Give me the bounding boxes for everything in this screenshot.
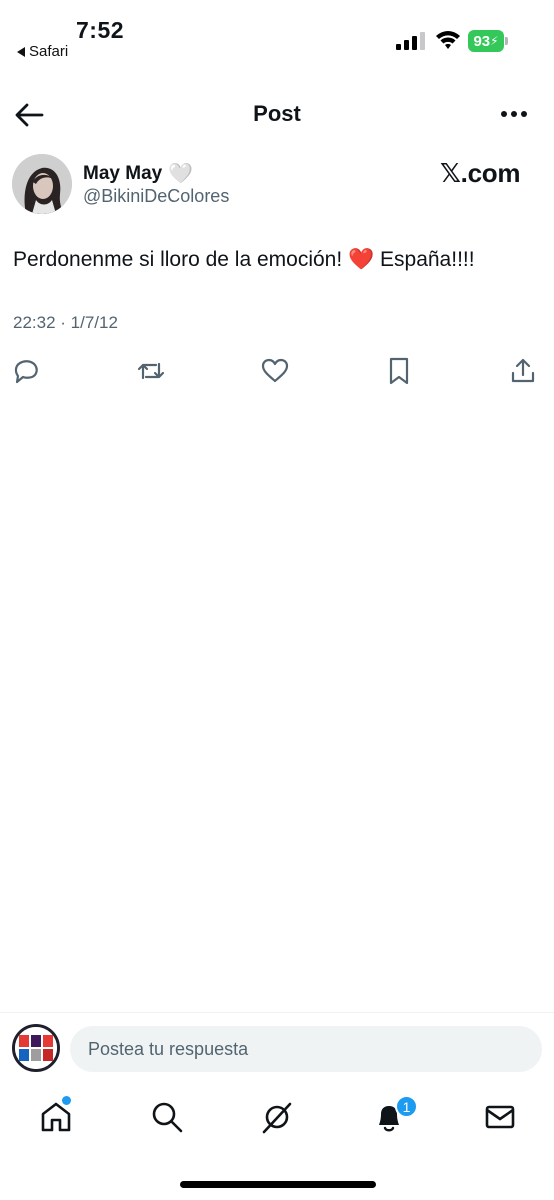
home-icon <box>41 1102 71 1132</box>
home-unread-dot <box>62 1096 71 1105</box>
wifi-icon <box>436 31 460 49</box>
user-avatar-image <box>15 1027 57 1069</box>
reply-button[interactable] <box>12 356 42 386</box>
nav-grok[interactable] <box>260 1100 294 1134</box>
post-header: Post <box>0 88 554 142</box>
share-icon <box>511 358 535 383</box>
home-indicator[interactable] <box>180 1181 376 1188</box>
nav-home[interactable] <box>39 1100 73 1134</box>
back-triangle-icon <box>17 46 25 57</box>
grok-icon <box>262 1102 292 1134</box>
page-title: Post <box>253 101 301 126</box>
cellular-signal-icon <box>396 32 425 50</box>
repost-button[interactable] <box>136 356 166 386</box>
search-icon <box>152 1102 183 1133</box>
battery-level: 93 ⚡ <box>468 30 504 52</box>
heart-icon <box>261 358 289 383</box>
arrow-left-icon[interactable] <box>14 102 44 128</box>
back-to-app-link[interactable]: Safari <box>17 43 68 60</box>
avatar-photo <box>12 154 72 214</box>
battery-cap <box>505 37 508 45</box>
tweet-text: Perdonenme si lloro de la emoción! ❤️ Es… <box>13 248 475 272</box>
display-name-text: May May <box>83 162 163 184</box>
back-app-label: Safari <box>29 43 69 60</box>
repost-icon <box>137 362 165 380</box>
status-time: 7:52 <box>76 17 125 43</box>
author-avatar[interactable] <box>12 154 72 214</box>
tweet-text-tail: España!!!! <box>374 248 475 271</box>
like-button[interactable] <box>260 356 290 386</box>
reply-divider <box>0 1012 554 1013</box>
author-handle[interactable]: @BikiniDeColores <box>83 186 229 207</box>
more-horizontal-icon[interactable] <box>500 110 528 118</box>
white-heart-emoji: 🤍 <box>168 163 194 185</box>
reply-placeholder: Postea tu respuesta <box>88 1038 249 1059</box>
bookmark-button[interactable] <box>384 356 414 386</box>
share-button[interactable] <box>508 356 538 386</box>
notifications-badge: 1 <box>395 1095 418 1118</box>
user-avatar[interactable] <box>12 1024 60 1072</box>
nav-messages[interactable] <box>483 1100 517 1134</box>
nav-search[interactable] <box>150 1100 184 1134</box>
bookmark-icon <box>389 357 409 385</box>
battery-indicator: 93 ⚡ <box>468 30 508 52</box>
source-label: 𝕏.com <box>440 158 521 188</box>
reply-input[interactable]: Postea tu respuesta <box>70 1026 542 1072</box>
status-bar: 7:52 Safari 93 ⚡ <box>0 0 554 70</box>
red-heart-emoji: ❤️ <box>348 248 375 271</box>
author-display-name[interactable]: May May 🤍 <box>83 161 193 186</box>
reply-icon <box>14 360 38 384</box>
tweet-text-main: Perdonenme si lloro de la emoción! <box>13 248 349 271</box>
mail-icon <box>485 1105 515 1129</box>
tweet-timestamp[interactable]: 22:32 · 1/7/12 <box>13 313 118 333</box>
